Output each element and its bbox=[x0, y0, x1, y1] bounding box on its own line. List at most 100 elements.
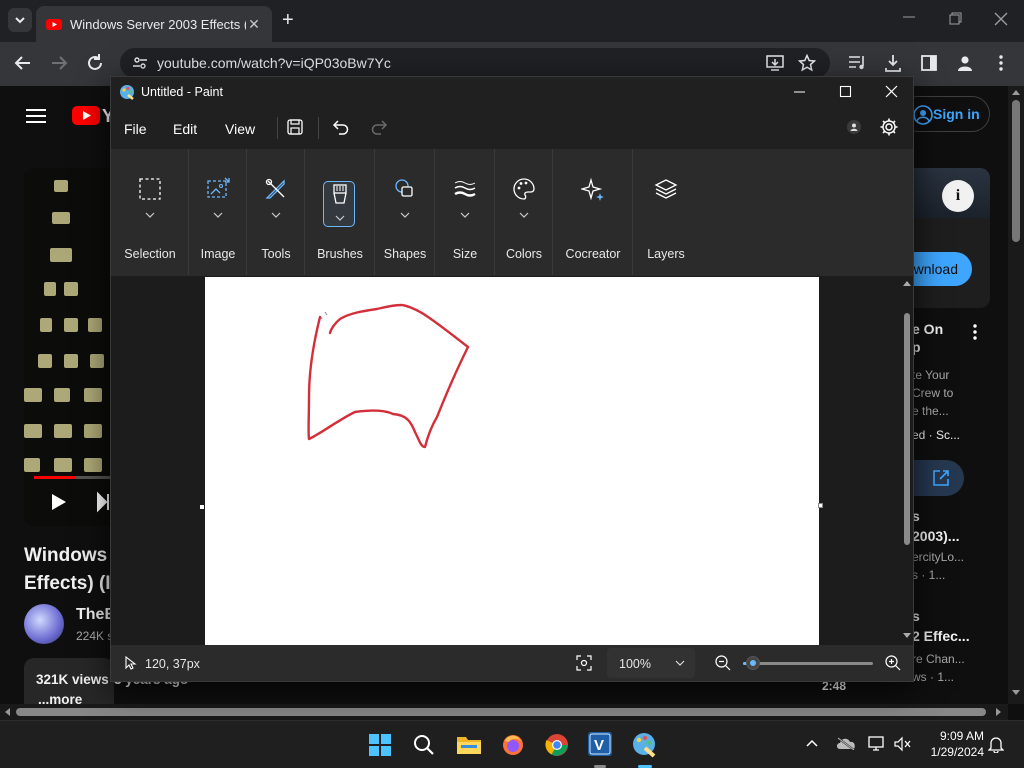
zoom-slider-thumb[interactable] bbox=[746, 656, 760, 670]
browser-tabstrip: Windows Server 2003 Effects (S ✕ + bbox=[0, 0, 1024, 42]
chrome-button[interactable] bbox=[545, 733, 569, 757]
label-brushes: Brushes bbox=[317, 247, 363, 261]
menu-divider bbox=[277, 117, 278, 139]
shapes-icon bbox=[394, 179, 413, 197]
address-bar[interactable]: youtube.com/watch?v=iQP03oBw7Yc bbox=[120, 48, 830, 78]
paint-minimize-icon[interactable] bbox=[793, 85, 807, 99]
label-colors: Colors bbox=[505, 247, 543, 261]
zoom-out-icon[interactable] bbox=[715, 655, 731, 671]
undo-button[interactable] bbox=[331, 117, 349, 135]
account-button[interactable] bbox=[847, 120, 861, 134]
close-tab-icon[interactable]: ✕ bbox=[246, 16, 262, 33]
windows-taskbar: V 9:09 AM 1/29/2024 bbox=[0, 720, 1024, 768]
undo-icon bbox=[332, 120, 349, 135]
brush-icon bbox=[332, 184, 347, 204]
restore-window-icon[interactable] bbox=[948, 12, 962, 26]
scroll-down-arrow-icon[interactable] bbox=[1012, 690, 1020, 695]
page-scrollbar-horizontal[interactable] bbox=[0, 704, 1008, 720]
firefox-button[interactable] bbox=[501, 733, 525, 757]
video-player[interactable] bbox=[24, 168, 114, 526]
youtube-logo[interactable]: Y bbox=[72, 104, 112, 126]
tab-search-button[interactable] bbox=[8, 8, 32, 32]
workspace-scroll-thumb[interactable] bbox=[904, 313, 910, 545]
scroll-right-arrow-icon[interactable] bbox=[996, 708, 1001, 716]
open-link-button[interactable] bbox=[914, 460, 964, 496]
search-button[interactable] bbox=[413, 734, 435, 756]
side1-description: te Your Crew to e the... bbox=[912, 366, 953, 420]
scroll-left-arrow-icon[interactable] bbox=[5, 708, 10, 716]
chevron-down-icon bbox=[145, 212, 154, 218]
description-box[interactable]: 321K views ...more bbox=[24, 658, 114, 704]
reload-button[interactable] bbox=[84, 52, 106, 74]
new-tab-button[interactable]: + bbox=[282, 8, 302, 32]
menu-view[interactable]: View bbox=[225, 121, 255, 137]
palette-icon bbox=[512, 178, 535, 200]
paint-close-icon[interactable] bbox=[885, 85, 899, 99]
profile-avatar-icon[interactable] bbox=[956, 54, 974, 72]
channel-avatar[interactable] bbox=[24, 604, 64, 644]
fit-to-window-icon[interactable] bbox=[576, 655, 592, 671]
label-tools: Tools bbox=[261, 247, 291, 261]
menu-file[interactable]: File bbox=[124, 121, 147, 137]
menu-edit[interactable]: Edit bbox=[173, 121, 197, 137]
chrome-icon bbox=[545, 734, 568, 756]
paint-taskbar-button[interactable] bbox=[632, 732, 658, 758]
paint-app-icon bbox=[633, 733, 656, 758]
zoom-in-icon[interactable] bbox=[885, 655, 901, 671]
file-explorer-button[interactable] bbox=[456, 734, 482, 756]
side1-more-icon[interactable] bbox=[972, 324, 978, 340]
side1-title-line-2: p bbox=[912, 339, 921, 355]
reload-icon bbox=[88, 54, 102, 70]
drawing-canvas[interactable] bbox=[205, 277, 823, 645]
install-app-icon[interactable] bbox=[766, 54, 784, 72]
save-icon bbox=[287, 119, 303, 135]
layers-icon bbox=[654, 179, 678, 199]
media-control-icon[interactable] bbox=[848, 54, 868, 72]
windows-logo-icon bbox=[369, 734, 391, 756]
workspace-scroll-down-icon[interactable] bbox=[903, 633, 911, 638]
clock[interactable]: 9:09 AM 1/29/2024 bbox=[920, 728, 984, 760]
hamburger-menu-icon[interactable] bbox=[26, 108, 46, 124]
close-window-icon[interactable] bbox=[994, 12, 1008, 26]
canvas-resize-handle-left[interactable] bbox=[200, 505, 204, 509]
browser-menu-icon[interactable] bbox=[998, 54, 1004, 72]
site-info-icon[interactable] bbox=[132, 55, 148, 71]
forward-button[interactable] bbox=[48, 52, 70, 74]
side3-channel: re Chan... bbox=[912, 652, 965, 666]
redo-icon bbox=[371, 120, 388, 135]
onedrive-icon[interactable] bbox=[836, 736, 856, 750]
chevron-down-icon bbox=[335, 215, 344, 221]
network-icon[interactable] bbox=[868, 736, 886, 752]
zoom-select[interactable]: 100% bbox=[607, 648, 695, 678]
redo-button[interactable] bbox=[371, 117, 389, 135]
chevron-down-icon bbox=[15, 17, 25, 24]
paint-maximize-icon[interactable] bbox=[839, 85, 853, 99]
account-icon bbox=[913, 105, 933, 125]
label-size: Size bbox=[452, 247, 478, 261]
page-hscroll-thumb[interactable] bbox=[16, 708, 986, 716]
app-v-button[interactable]: V bbox=[588, 732, 612, 756]
show-hidden-icons[interactable] bbox=[806, 739, 818, 747]
save-button[interactable] bbox=[287, 119, 303, 135]
side-panel-icon[interactable] bbox=[920, 54, 938, 72]
browser-tab-active[interactable]: Windows Server 2003 Effects (S ✕ bbox=[36, 6, 272, 42]
downloads-icon[interactable] bbox=[884, 54, 902, 72]
volume-muted-icon[interactable] bbox=[894, 736, 912, 752]
notifications-button[interactable] bbox=[988, 735, 1004, 753]
workspace-scrollbar[interactable] bbox=[901, 277, 913, 645]
paint-titlebar[interactable]: Untitled - Paint bbox=[111, 77, 913, 107]
zoom-slider[interactable] bbox=[743, 656, 873, 670]
paint-statusbar: 120, 37px 100% bbox=[111, 645, 913, 681]
ad-info-icon[interactable]: i bbox=[942, 180, 974, 212]
start-button[interactable] bbox=[369, 734, 391, 756]
workspace-scroll-up-icon[interactable] bbox=[903, 281, 911, 286]
canvas-resize-handle-right[interactable] bbox=[818, 503, 823, 508]
page-scrollbar-vertical[interactable] bbox=[1008, 86, 1024, 704]
page-scroll-thumb[interactable] bbox=[1012, 100, 1020, 242]
minimize-window-icon[interactable] bbox=[902, 10, 916, 24]
bookmark-star-icon[interactable] bbox=[798, 54, 816, 72]
back-button[interactable] bbox=[12, 52, 34, 74]
more-link[interactable]: ...more bbox=[38, 692, 82, 704]
scroll-up-arrow-icon[interactable] bbox=[1012, 90, 1020, 95]
settings-button[interactable] bbox=[879, 117, 899, 137]
